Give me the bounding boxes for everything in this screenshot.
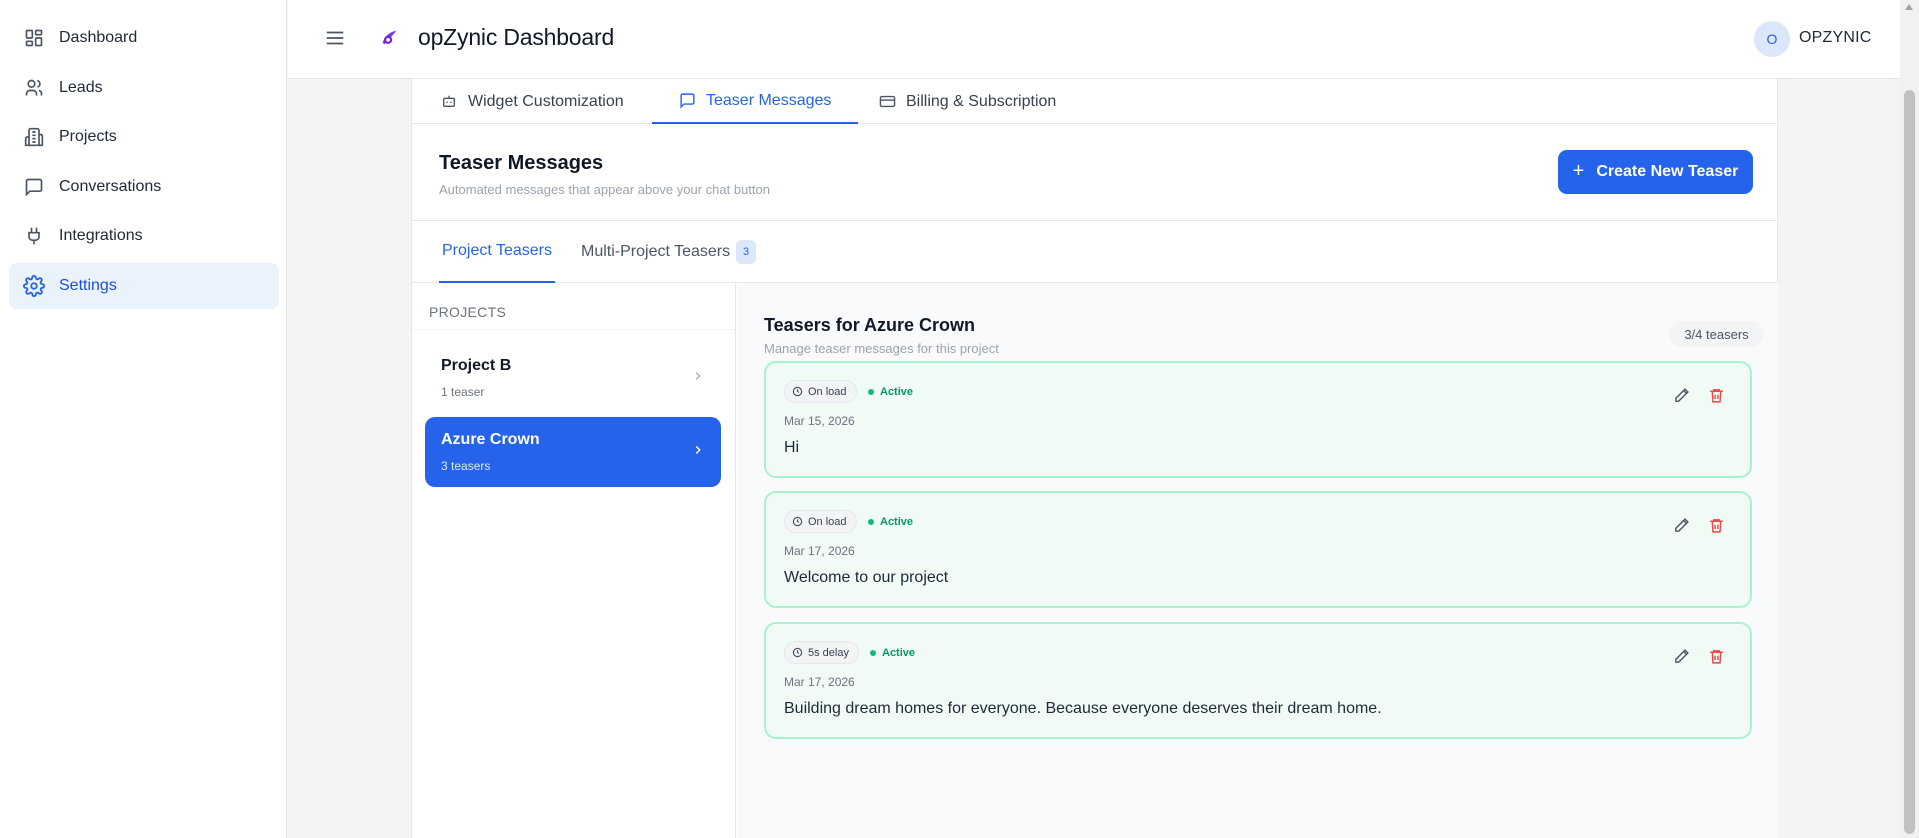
edit-pencil-icon[interactable] — [1673, 648, 1690, 665]
clock-icon — [792, 647, 803, 658]
page-scrollbar[interactable] — [1900, 0, 1919, 838]
status-label: Active — [882, 647, 916, 659]
edit-pencil-icon[interactable] — [1673, 387, 1690, 404]
sidebar-item-projects[interactable]: Projects — [9, 114, 279, 160]
teasers-panel-title: Teasers for Azure Crown — [764, 315, 976, 335]
teaser-date: Mar 15, 2026 — [784, 414, 855, 428]
project-teaser-count: 1 teaser — [441, 385, 485, 399]
tab-widget-customization[interactable]: Widget Customization — [441, 79, 624, 124]
sidebar-item-label: Settings — [59, 277, 117, 294]
create-new-teaser-button[interactable]: + Create New Teaser — [1558, 150, 1753, 194]
tab-teaser-messages[interactable]: Teaser Messages — [652, 79, 859, 124]
clock-icon — [792, 516, 803, 527]
teaser-count-badge: 3/4 teasers — [1669, 321, 1764, 347]
settings-tabs: Widget Customization Teaser Messages Bil… — [412, 79, 1777, 124]
tab-project-teasers[interactable]: Project Teasers — [439, 221, 555, 283]
avatar[interactable]: O — [1754, 21, 1790, 57]
message-square-icon — [23, 176, 45, 198]
hamburger-menu-icon[interactable] — [324, 27, 346, 49]
dashboard-grid-icon — [23, 27, 45, 49]
chevron-right-icon — [691, 443, 705, 457]
sidebar-item-label: Leads — [59, 79, 103, 96]
status-label: Active — [880, 386, 914, 398]
status-label: Active — [880, 516, 914, 528]
credit-card-icon — [879, 93, 897, 111]
sidebar-item-dashboard[interactable]: Dashboard — [9, 15, 279, 61]
trigger-badge: On load — [784, 380, 857, 403]
project-item-active[interactable]: Azure Crown 3 teasers — [425, 417, 721, 487]
tab-label: Billing & Subscription — [906, 92, 1057, 110]
clock-icon — [792, 386, 803, 397]
tab-label: Project Teasers — [442, 242, 552, 259]
plus-icon: + — [1572, 159, 1585, 182]
users-icon — [23, 77, 45, 99]
delete-trash-icon[interactable] — [1708, 648, 1725, 665]
sidebar-item-leads[interactable]: Leads — [9, 65, 279, 111]
projects-panel: PROJECTS Project B 1 teaser Azure Crown … — [412, 283, 736, 838]
projects-header: PROJECTS — [429, 304, 507, 320]
trigger-badge: On load — [784, 510, 857, 533]
status-badge: Active — [868, 386, 913, 398]
sidebar-item-settings[interactable]: Settings — [9, 263, 279, 309]
section-title: Teaser Messages — [439, 152, 604, 174]
sidebar-item-label: Conversations — [59, 178, 162, 195]
scroll-thumb[interactable] — [1904, 90, 1915, 834]
teaser-message: Building dream homes for everyone. Becau… — [784, 700, 1382, 717]
project-item[interactable]: Project B 1 teaser — [425, 343, 721, 413]
sidebar-item-label: Projects — [59, 128, 117, 145]
tab-billing-subscription[interactable]: Billing & Subscription — [879, 79, 1056, 124]
teaser-message: Hi — [784, 439, 800, 456]
teasers-panel-subtitle: Manage teaser messages for this project — [764, 341, 999, 356]
edit-pencil-icon[interactable] — [1673, 517, 1690, 534]
teaser-type-tabs: Project Teasers Multi-Project Teasers 3 — [412, 221, 1777, 283]
count-badge: 3 — [736, 240, 757, 264]
message-square-icon — [679, 92, 697, 110]
divider — [412, 329, 735, 330]
tab-label: Widget Customization — [468, 92, 624, 110]
status-badge: Active — [870, 647, 915, 659]
teaser-date: Mar 17, 2026 — [784, 544, 855, 558]
plug-icon — [23, 225, 45, 247]
sidebar-item-label: Dashboard — [59, 29, 138, 46]
status-dot — [870, 650, 876, 656]
status-dot — [868, 389, 874, 395]
create-button-label: Create New Teaser — [1596, 163, 1739, 180]
building-icon — [23, 126, 45, 148]
trigger-label: On load — [808, 385, 847, 398]
trigger-label: On load — [808, 515, 847, 528]
tab-multi-project-teasers[interactable]: Multi-Project Teasers 3 — [581, 221, 757, 283]
sidebar-item-conversations[interactable]: Conversations — [9, 164, 279, 210]
settings-card: Widget Customization Teaser Messages Bil… — [411, 79, 1778, 838]
trigger-label: 5s delay — [808, 646, 849, 659]
sidebar-item-integrations[interactable]: Integrations — [9, 213, 279, 259]
top-header: opZynic Dashboard O OPZYNIC — [288, 0, 1900, 79]
bot-icon — [441, 93, 459, 111]
project-name: Project B — [441, 357, 512, 374]
scroll-up-arrow-icon[interactable] — [1905, 4, 1913, 10]
user-name[interactable]: OPZYNIC — [1799, 29, 1872, 47]
sidebar: Dashboard Leads Projects Conversations I… — [0, 0, 287, 838]
tab-label: Multi-Project Teasers — [581, 243, 731, 260]
teaser-card: 5s delay Active Mar 17, 2026 Building dr… — [764, 622, 1752, 739]
project-teaser-count: 3 teasers — [441, 459, 491, 473]
opzynic-logo-icon — [378, 27, 400, 49]
section-subtitle: Automated messages that appear above you… — [439, 182, 770, 197]
app-title: opZynic Dashboard — [418, 24, 615, 50]
delete-trash-icon[interactable] — [1708, 517, 1725, 534]
delete-trash-icon[interactable] — [1708, 387, 1725, 404]
project-name: Azure Crown — [441, 431, 540, 448]
status-badge: Active — [868, 516, 913, 528]
gear-icon — [23, 275, 45, 297]
teasers-panel: Teasers for Azure Crown Manage teaser me… — [737, 283, 1778, 838]
status-dot — [868, 519, 874, 525]
trigger-badge: 5s delay — [784, 641, 859, 664]
teaser-card: On load Active Mar 15, 2026 Hi — [764, 361, 1752, 478]
teaser-card: On load Active Mar 17, 2026 Welcome to o… — [764, 491, 1752, 608]
teaser-message: Welcome to our project — [784, 569, 949, 586]
chevron-right-icon — [691, 369, 705, 383]
sidebar-item-label: Integrations — [59, 227, 143, 244]
teaser-date: Mar 17, 2026 — [784, 675, 855, 689]
tab-label: Teaser Messages — [706, 91, 832, 109]
